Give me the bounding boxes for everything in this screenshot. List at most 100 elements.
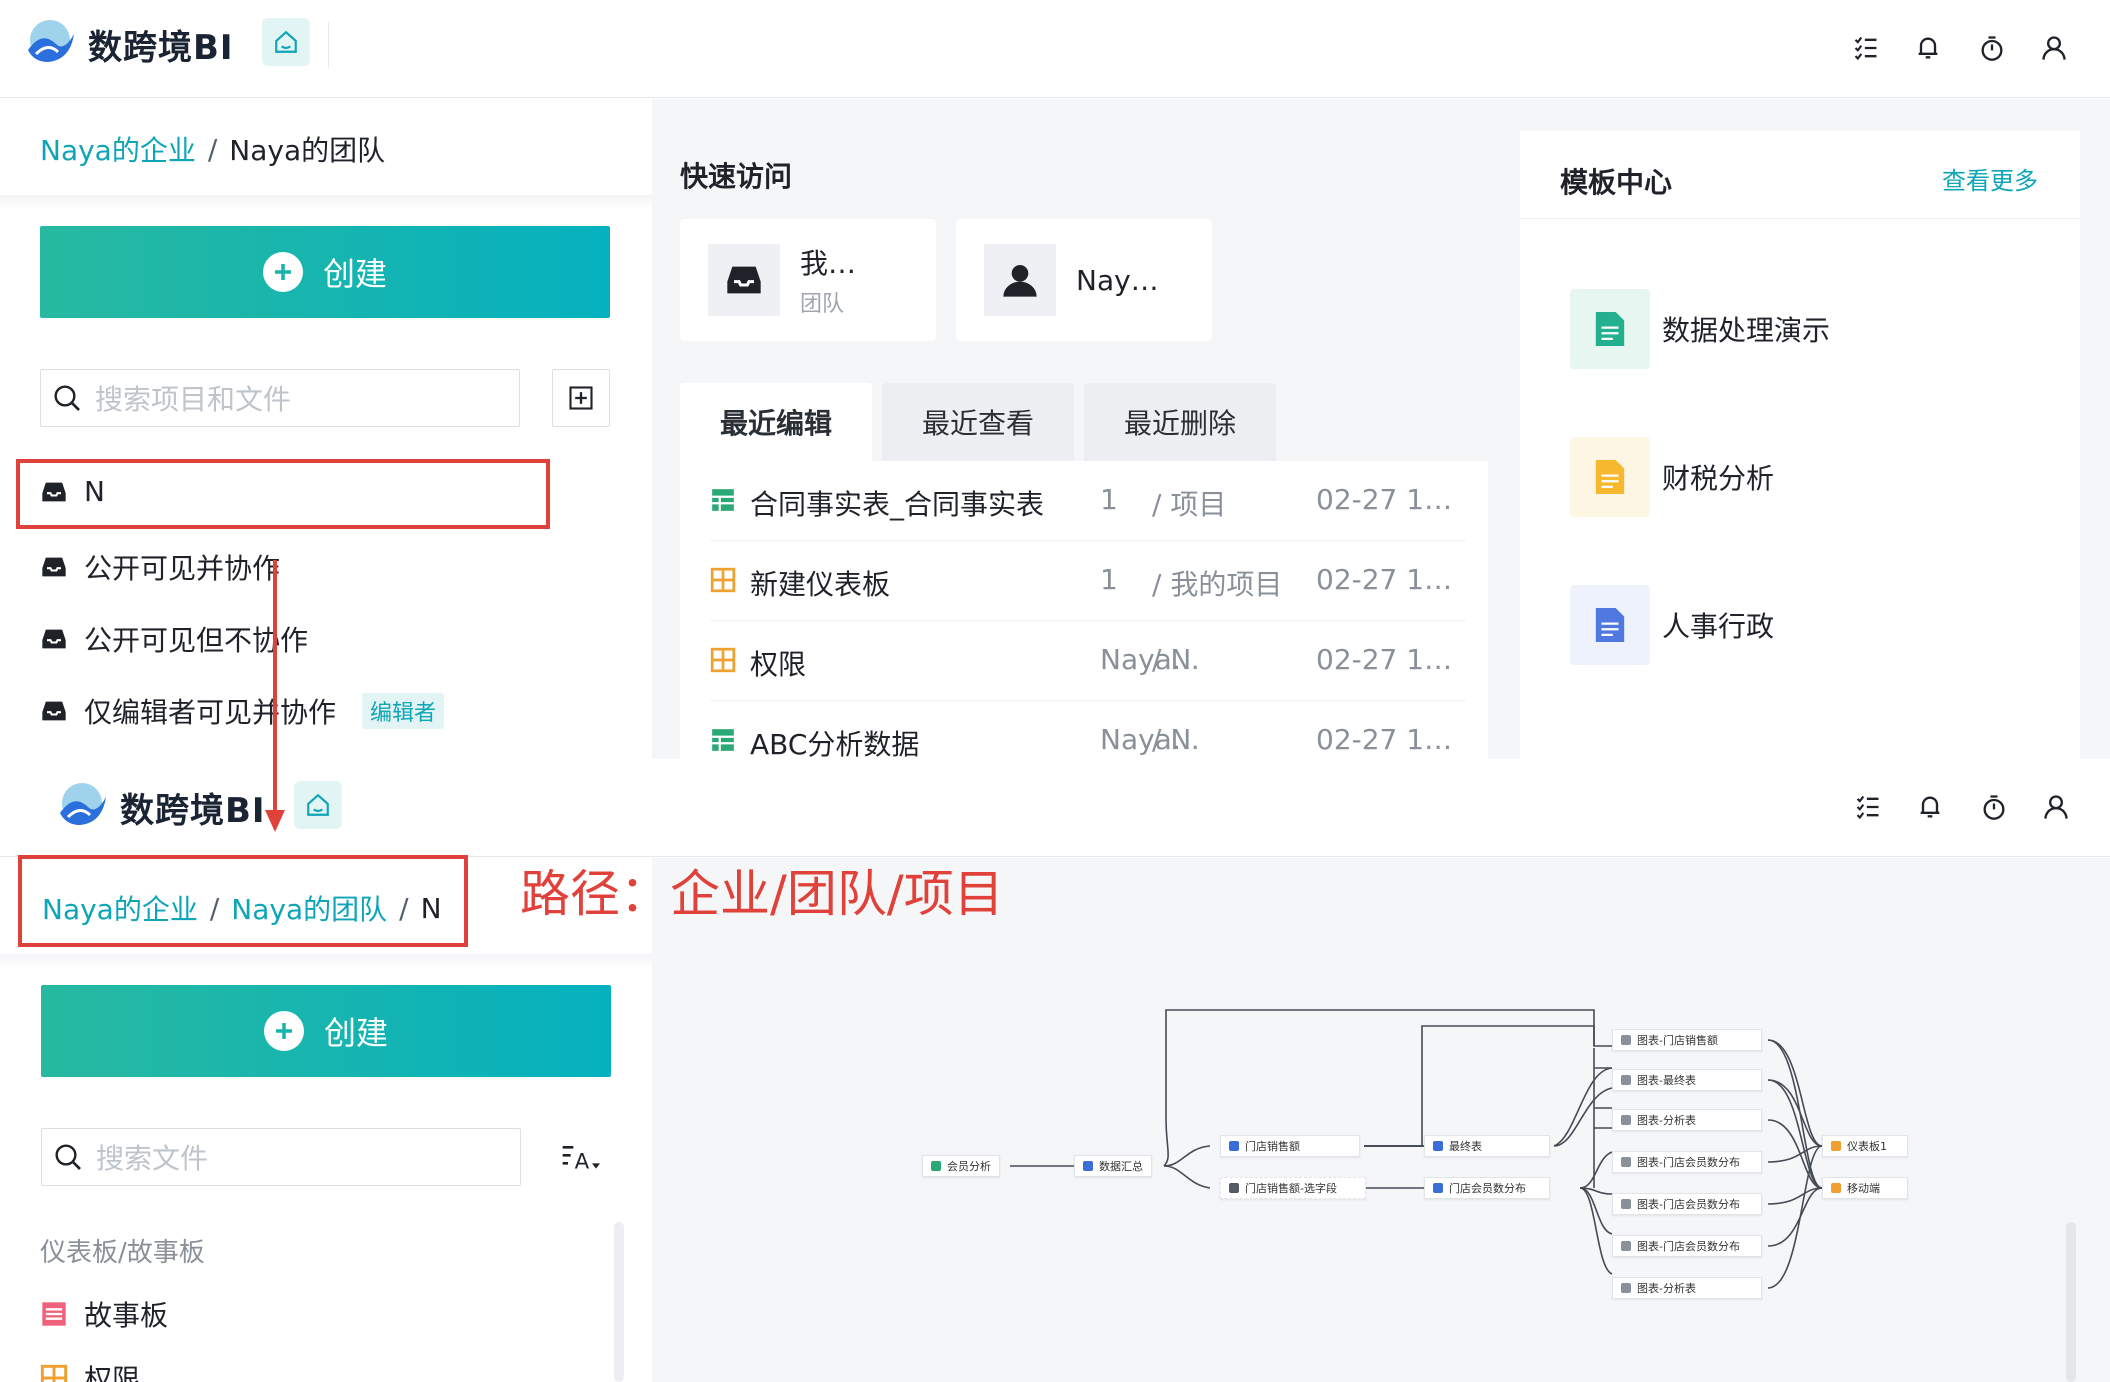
timer-button[interactable] [1972, 28, 2012, 68]
lineage-node[interactable]: 图表-分析表 [1612, 1277, 1762, 1299]
chart-icon [1621, 1035, 1631, 1045]
lineage-node[interactable]: 门店会员数分布 [1424, 1177, 1550, 1199]
brand-name: 数跨境BI [88, 28, 234, 68]
file-label: 故事板 [84, 1299, 169, 1332]
recent-date: 02-27 1… [1316, 723, 1453, 756]
table-icon [712, 489, 734, 511]
quick-card-name: Nay… [1076, 263, 1159, 297]
stopwatch-icon [1983, 795, 2005, 820]
create-button[interactable]: 创建 [41, 985, 611, 1077]
dashboard-icon [710, 567, 736, 593]
template-center: 模板中心 查看更多 数据处理演示 财税分析 人事行政 [1520, 131, 2080, 759]
quick-card-sub: 团队 [800, 292, 845, 317]
notification-button[interactable] [1908, 28, 1948, 68]
recent-row[interactable]: 合同事实表_合同事实表 1 / 项目 02-27 1… [710, 461, 1466, 541]
inbox-icon [42, 629, 66, 649]
chart-icon [1621, 1075, 1631, 1085]
lineage-edges [1010, 1009, 1823, 1289]
field-select-icon [1229, 1183, 1239, 1193]
lineage-node[interactable]: 图表-最终表 [1612, 1069, 1762, 1091]
breadcrumb-shadow [0, 195, 652, 209]
file-item-permission[interactable]: 权限 [40, 1358, 140, 1382]
lineage-node[interactable]: 图表-门店会员数分布 [1612, 1235, 1762, 1257]
lineage-node[interactable]: 图表-门店会员数分布 [1612, 1151, 1762, 1173]
project-item-editor-only[interactable]: 仅编辑者可见并协作 编辑者 [40, 691, 445, 731]
file-label: 权限 [84, 1363, 141, 1382]
tab-recent-edit[interactable]: 最近编辑 [680, 383, 872, 461]
recent-name: ABC分析数据 [750, 728, 920, 759]
chart-icon [1621, 1283, 1631, 1293]
path-annotation: 路径：企业/团队/项目 [520, 865, 1004, 923]
user-button[interactable] [2036, 787, 2076, 827]
file-item-storyboard[interactable]: 故事板 [40, 1294, 168, 1334]
lineage-canvas: 会员分析 数据汇总 门店销售额 门店销售额-选字段 最终表 门店会员数分布 图表… [652, 858, 2110, 1382]
recent-row[interactable]: 权限 Naya… / N 02-27 1… [710, 621, 1466, 701]
lineage-node[interactable]: 门店销售额-选字段 [1220, 1177, 1366, 1199]
lineage-node[interactable]: 移动端 [1822, 1177, 1908, 1199]
plus-circle-icon [262, 252, 303, 292]
quick-card-user[interactable]: Nay… [956, 219, 1212, 341]
dataset-icon [1083, 1161, 1093, 1171]
quick-card-name: 我… [800, 247, 857, 280]
quick-card-team[interactable]: 我… 团队 [680, 219, 936, 341]
create-button[interactable]: 创建 [40, 226, 610, 318]
lineage-node[interactable]: 门店销售额 [1220, 1135, 1360, 1157]
lineage-node[interactable]: 图表-门店会员数分布 [1612, 1193, 1762, 1215]
search-input[interactable]: 搜索文件 [41, 1128, 521, 1186]
lineage-node[interactable]: 仪表板1 [1822, 1135, 1908, 1157]
recent-row[interactable]: 新建仪表板 1 / 我的项目 02-27 1… [710, 541, 1466, 621]
template-label: 财税分析 [1662, 462, 1775, 495]
search-icon [54, 385, 80, 411]
lineage-node[interactable]: 图表-分析表 [1612, 1109, 1762, 1131]
project-label: 仅编辑者可见并协作 [84, 696, 337, 729]
home-button[interactable] [262, 18, 310, 66]
task-list-button[interactable] [1846, 28, 1886, 68]
recent-row[interactable]: ABC分析数据 Naya… / N 02-27 1… [710, 701, 1466, 759]
home-button[interactable] [294, 781, 342, 829]
user-avatar-icon [984, 244, 1056, 316]
stopwatch-icon [1981, 36, 2003, 61]
sidebar-scrollbar[interactable] [614, 1222, 624, 1382]
lineage-node[interactable]: 会员分析 [922, 1155, 1000, 1177]
task-list-button[interactable] [1848, 787, 1888, 827]
notification-button[interactable] [1910, 787, 1950, 827]
search-input[interactable]: 搜索项目和文件 [40, 369, 520, 427]
user-button[interactable] [2034, 28, 2074, 68]
view-more-link[interactable]: 查看更多 [1942, 161, 2038, 196]
template-item[interactable]: 财税分析 [1570, 437, 1774, 517]
chart-icon [1621, 1115, 1631, 1125]
breadcrumb-enterprise[interactable]: Naya的企业 [40, 129, 196, 169]
timer-button[interactable] [1974, 787, 2014, 827]
template-item[interactable]: 人事行政 [1570, 585, 1774, 665]
lineage-node[interactable]: 最终表 [1424, 1135, 1550, 1157]
brand-logo-icon [60, 783, 106, 825]
recent-owner: 1 [1100, 563, 1118, 596]
sort-button[interactable]: A [560, 1142, 600, 1178]
chart-icon [1621, 1241, 1631, 1251]
section-label: 仪表板/故事板 [40, 1238, 205, 1268]
recent-location: / N [1152, 723, 1192, 756]
lineage-node[interactable]: 图表-门店销售额 [1612, 1029, 1762, 1051]
recent-location: / N [1152, 643, 1192, 676]
template-header: 模板中心 查看更多 [1520, 131, 2080, 219]
dashboard-icon [40, 1364, 68, 1382]
dataset-icon [1433, 1141, 1443, 1151]
editor-badge: 编辑者 [362, 693, 445, 729]
dataset-icon [1433, 1183, 1443, 1193]
lineage-node[interactable]: 数据汇总 [1074, 1155, 1152, 1177]
recent-name: 合同事实表_合同事实表 [750, 488, 1045, 521]
header-divider [328, 22, 329, 68]
template-label: 数据处理演示 [1662, 314, 1831, 347]
tab-recent-delete[interactable]: 最近删除 [1084, 383, 1276, 461]
new-project-button[interactable] [552, 369, 610, 427]
dashboard-icon [710, 647, 736, 673]
inbox-icon [708, 244, 780, 316]
breadcrumb-team: Naya的团队 [229, 134, 386, 167]
document-icon [1570, 289, 1650, 369]
template-item[interactable]: 数据处理演示 [1570, 289, 1830, 369]
inbox-icon [42, 701, 66, 721]
tab-recent-view[interactable]: 最近查看 [882, 383, 1074, 461]
sort-alpha-icon: A [562, 1146, 600, 1175]
user-icon [2044, 795, 2068, 819]
project-item-public-collab[interactable]: 公开可见并协作 [40, 547, 280, 587]
